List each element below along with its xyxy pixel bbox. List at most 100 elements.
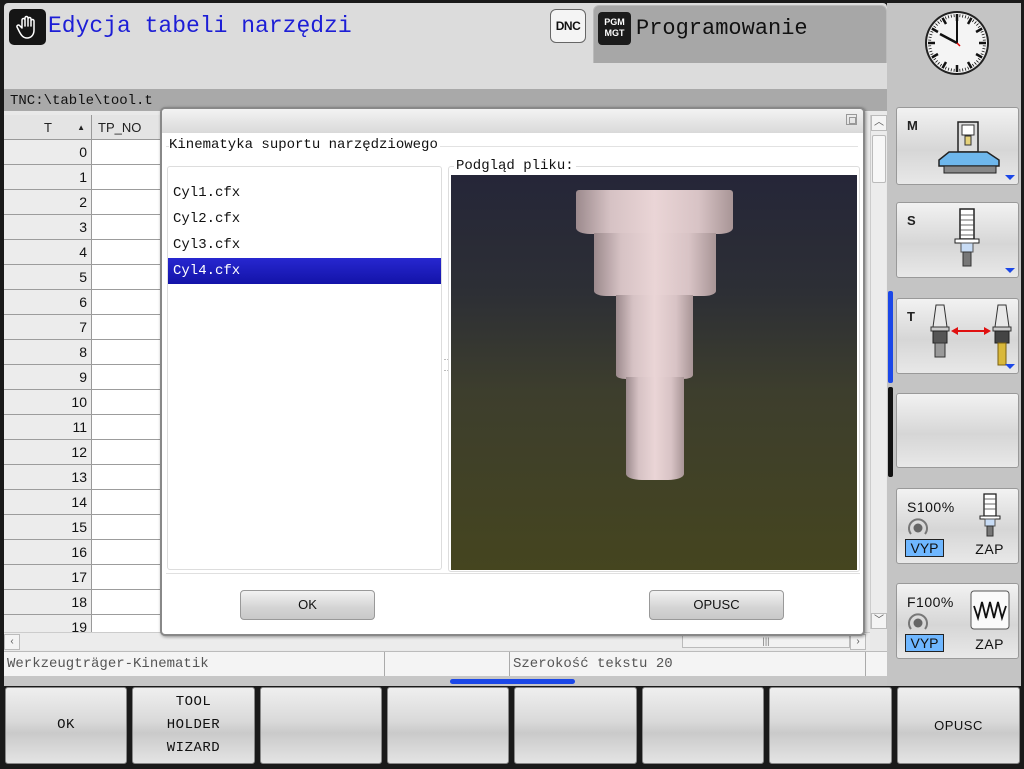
table-row[interactable]: 12: [4, 440, 164, 465]
file-list-item[interactable]: Cyl1.cfx: [168, 180, 441, 206]
cell-tool-number[interactable]: 2: [4, 190, 92, 214]
cell-tool-number[interactable]: 1: [4, 165, 92, 189]
cell-tool-number[interactable]: 5: [4, 265, 92, 289]
restore-window-icon[interactable]: [846, 114, 857, 125]
cell-tool-number[interactable]: 16: [4, 540, 92, 564]
softkey-empty-7[interactable]: [769, 687, 892, 764]
table-row[interactable]: 14: [4, 490, 164, 515]
cell-tp-no[interactable]: [92, 390, 164, 414]
cell-tp-no[interactable]: [92, 290, 164, 314]
group-title: Kinematyka suportu narzędziowego: [169, 137, 440, 153]
dropdown-arrow-icon: [1005, 364, 1015, 369]
table-row[interactable]: 10: [4, 390, 164, 415]
dialog-ok-button[interactable]: OK: [240, 590, 375, 620]
cell-tool-number[interactable]: 6: [4, 290, 92, 314]
table-row[interactable]: 3: [4, 215, 164, 240]
file-list-item-selected[interactable]: Cyl4.cfx: [168, 258, 441, 284]
softkey-ok[interactable]: OK: [5, 687, 127, 764]
pgm-mgt-icon[interactable]: PGM MGT: [598, 12, 631, 45]
table-row[interactable]: 6: [4, 290, 164, 315]
scroll-up-icon[interactable]: ︿: [871, 115, 887, 131]
softkey-empty-6[interactable]: [642, 687, 764, 764]
cell-tp-no[interactable]: [92, 565, 164, 589]
table-row[interactable]: 9: [4, 365, 164, 390]
cell-tool-number[interactable]: 8: [4, 340, 92, 364]
feed-zap-label[interactable]: ZAP: [975, 636, 1004, 652]
cell-tool-number[interactable]: 10: [4, 390, 92, 414]
softkey-tool-holder-wizard[interactable]: TOOL HOLDER WIZARD: [132, 687, 255, 764]
scroll-left-icon[interactable]: ‹: [4, 634, 20, 650]
dialog-cancel-button[interactable]: OPUSC: [649, 590, 784, 620]
override-knob-icon: [908, 613, 928, 630]
table-row[interactable]: 18: [4, 590, 164, 615]
file-list-item[interactable]: Cyl3.cfx: [168, 232, 441, 258]
side-key-empty[interactable]: [896, 393, 1019, 468]
cell-tp-no[interactable]: [92, 515, 164, 539]
cell-tp-no[interactable]: [92, 590, 164, 614]
vertical-scrollbar[interactable]: ︿ ﹀: [870, 115, 887, 629]
cell-tp-no[interactable]: [92, 365, 164, 389]
cell-tool-number[interactable]: 17: [4, 565, 92, 589]
file-list-item[interactable]: Cyl2.cfx: [168, 206, 441, 232]
column-header-tp-no[interactable]: TP_NO: [92, 115, 164, 139]
cell-tp-no[interactable]: [92, 465, 164, 489]
scroll-down-icon[interactable]: ﹀: [871, 613, 887, 629]
side-key-m[interactable]: M: [896, 107, 1019, 185]
spindle-zap-label[interactable]: ZAP: [975, 541, 1004, 557]
feed-override-key[interactable]: F100% VYP ZAP: [896, 583, 1019, 659]
spindle-vyp-badge[interactable]: VYP: [905, 539, 944, 557]
side-key-s[interactable]: S: [896, 202, 1019, 278]
softkey-empty-3[interactable]: [260, 687, 382, 764]
cell-tp-no[interactable]: [92, 190, 164, 214]
horizontal-scroll-thumb[interactable]: |||: [682, 635, 850, 648]
cell-tool-number[interactable]: 9: [4, 365, 92, 389]
vertical-scroll-thumb[interactable]: [872, 135, 886, 183]
table-row[interactable]: 5: [4, 265, 164, 290]
cell-tool-number[interactable]: 4: [4, 240, 92, 264]
file-list[interactable]: Cyl1.cfx Cyl2.cfx Cyl3.cfx Cyl4.cfx: [167, 166, 442, 570]
cell-tp-no[interactable]: [92, 240, 164, 264]
table-row[interactable]: 16: [4, 540, 164, 565]
scroll-right-icon[interactable]: ›: [850, 634, 866, 650]
cell-tool-number[interactable]: 13: [4, 465, 92, 489]
table-row[interactable]: 11: [4, 415, 164, 440]
softkey-empty-5[interactable]: [514, 687, 637, 764]
table-row[interactable]: 13: [4, 465, 164, 490]
cell-tool-number[interactable]: 7: [4, 315, 92, 339]
cell-tp-no[interactable]: [92, 140, 164, 164]
mode-tab-programming[interactable]: PGM MGT Programowanie: [593, 5, 887, 63]
feed-vyp-badge[interactable]: VYP: [905, 634, 944, 652]
dnc-button[interactable]: DNC: [550, 9, 586, 43]
softkey-cancel[interactable]: OPUSC: [897, 687, 1020, 764]
cell-tp-no[interactable]: [92, 165, 164, 189]
table-row[interactable]: 8: [4, 340, 164, 365]
cell-tool-number[interactable]: 3: [4, 215, 92, 239]
table-row[interactable]: 4: [4, 240, 164, 265]
cell-tp-no[interactable]: [92, 415, 164, 439]
table-row[interactable]: 7: [4, 315, 164, 340]
cell-tp-no[interactable]: [92, 440, 164, 464]
table-row[interactable]: 0: [4, 140, 164, 165]
column-header-t[interactable]: T ▲: [4, 115, 92, 139]
cell-tool-number[interactable]: 11: [4, 415, 92, 439]
softkey-bar: OK TOOL HOLDER WIZARD OPUSC: [4, 686, 1022, 767]
cell-tp-no[interactable]: [92, 315, 164, 339]
cell-tool-number[interactable]: 15: [4, 515, 92, 539]
softkey-empty-4[interactable]: [387, 687, 509, 764]
cell-tp-no[interactable]: [92, 340, 164, 364]
spindle-override-key[interactable]: S100% VYP ZAP: [896, 488, 1019, 564]
cell-tool-number[interactable]: 14: [4, 490, 92, 514]
cell-tool-number[interactable]: 18: [4, 590, 92, 614]
dialog-titlebar[interactable]: [162, 109, 863, 133]
table-row[interactable]: 15: [4, 515, 164, 540]
cell-tp-no[interactable]: [92, 265, 164, 289]
cell-tool-number[interactable]: 12: [4, 440, 92, 464]
cell-tp-no[interactable]: [92, 540, 164, 564]
table-row[interactable]: 17: [4, 565, 164, 590]
cell-tool-number[interactable]: 0: [4, 140, 92, 164]
side-key-t[interactable]: T: [896, 298, 1019, 374]
cell-tp-no[interactable]: [92, 215, 164, 239]
table-row[interactable]: 1: [4, 165, 164, 190]
table-row[interactable]: 2: [4, 190, 164, 215]
cell-tp-no[interactable]: [92, 490, 164, 514]
